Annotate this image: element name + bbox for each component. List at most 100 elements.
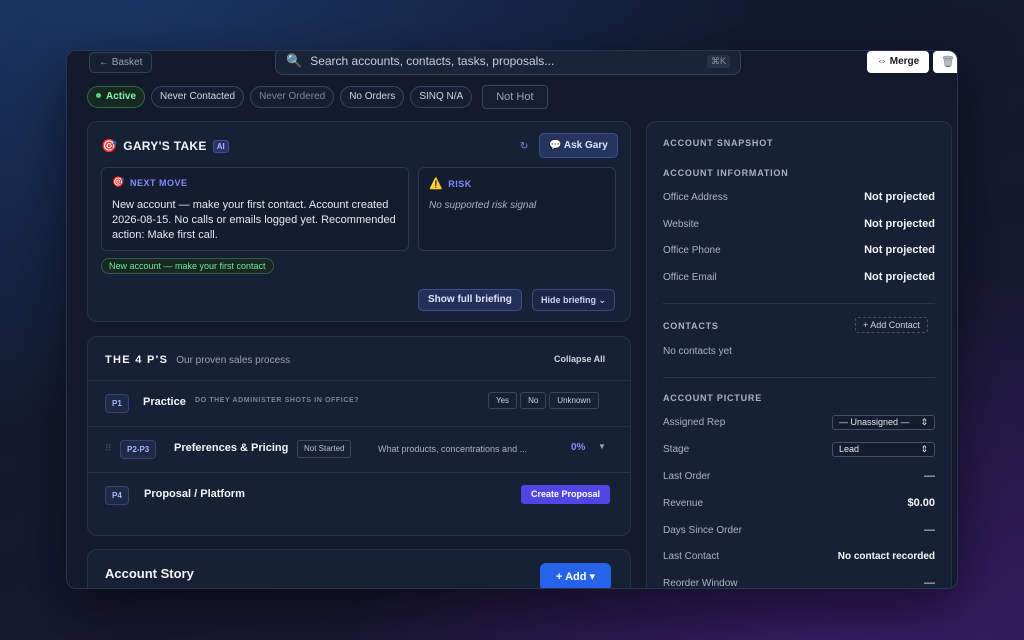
- garys-take-card: 🎯 GARY'S TAKE AI ↻ 💬 Ask Gary 🎯 NEXT MOV…: [87, 121, 631, 322]
- drag-handle-icon[interactable]: ⠿: [105, 443, 112, 454]
- status-pill-no-orders[interactable]: No Orders: [340, 86, 405, 108]
- assigned-rep-label: Assigned Rep: [663, 416, 726, 428]
- info-value: Not projected: [864, 244, 935, 256]
- info-key: Office Email: [663, 271, 717, 283]
- picture-key: Reorder Window: [663, 577, 738, 589]
- p4-badge: P4: [105, 486, 129, 505]
- picture-row-days-since-order: Days Since Order —: [663, 522, 935, 538]
- risk-box: ⚠️ RISK No supported risk signal: [418, 167, 616, 251]
- account-window: ← Basket 🔍 Search accounts, contacts, ta…: [66, 50, 958, 589]
- answer-unknown-button[interactable]: Unknown: [549, 392, 599, 409]
- trash-icon: 🗑: [941, 56, 955, 68]
- account-snapshot-panel: ACCOUNT SNAPSHOT ACCOUNT INFORMATION Off…: [646, 121, 952, 589]
- four-ps-header: THE 4 P'S Our proven sales process: [105, 354, 290, 366]
- select-arrows-icon: ⇕: [920, 443, 928, 454]
- picture-key: Revenue: [663, 497, 704, 509]
- picture-row-last-order: Last Order —: [663, 468, 935, 484]
- recommendation-tag: New account — make your first contact: [101, 258, 274, 274]
- select-arrows-icon: ⇕: [920, 416, 928, 427]
- warning-icon: ⚠️: [429, 178, 444, 190]
- p1-question: DO THEY ADMINISTER SHOTS IN OFFICE?: [195, 397, 360, 404]
- picture-key: Last Order: [663, 470, 711, 482]
- picture-key: Days Since Order: [663, 524, 742, 536]
- refresh-icon[interactable]: ↻: [520, 141, 528, 152]
- risk-label: ⚠️ RISK: [429, 177, 472, 190]
- next-move-text: New account — make your first contact. A…: [112, 199, 396, 241]
- snapshot-title: ACCOUNT SNAPSHOT: [663, 138, 774, 148]
- status-pill-never-ordered[interactable]: Never Ordered: [250, 86, 335, 108]
- answer-yes-button[interactable]: Yes: [488, 392, 518, 409]
- chevron-down-icon[interactable]: ▼: [598, 442, 606, 451]
- four-ps-card: THE 4 P'S Our proven sales process Colla…: [87, 336, 631, 536]
- p1-badge: P1: [105, 394, 129, 413]
- ask-gary-button[interactable]: 💬 Ask Gary: [539, 133, 618, 158]
- add-contact-button[interactable]: + Add Contact: [855, 317, 928, 333]
- no-contacts-text: No contacts yet: [663, 346, 732, 357]
- create-proposal-button[interactable]: Create Proposal: [521, 485, 611, 504]
- status-pill-not-hot[interactable]: Not Hot: [482, 85, 548, 109]
- info-key: Website: [663, 218, 699, 230]
- account-information-title: ACCOUNT INFORMATION: [663, 168, 789, 178]
- info-value: Not projected: [864, 191, 935, 203]
- four-ps-subtitle: Our proven sales process: [176, 355, 291, 366]
- risk-text: No supported risk signal: [429, 200, 537, 211]
- contacts-title: CONTACTS: [663, 321, 719, 331]
- p1-row[interactable]: P1 Practice DO THEY ADMINISTER SHOTS IN …: [88, 380, 630, 426]
- picture-value: —: [924, 524, 935, 536]
- show-full-briefing-button[interactable]: Show full briefing: [418, 289, 522, 311]
- info-row-office-email: Office Email Not projected: [663, 269, 935, 285]
- assigned-rep-value: — Unassigned —: [839, 416, 910, 427]
- status-pill-sinq[interactable]: SINQ N/A: [410, 86, 473, 108]
- add-story-button[interactable]: + Add ▾: [540, 563, 612, 588]
- answer-no-button[interactable]: No: [520, 392, 547, 409]
- stage-value: Lead: [839, 443, 860, 454]
- global-search[interactable]: 🔍 Search accounts, contacts, tasks, prop…: [275, 51, 741, 75]
- picture-key: Last Contact: [663, 550, 720, 562]
- next-move-box: 🎯 NEXT MOVE New account — make your firs…: [101, 167, 409, 251]
- delete-button[interactable]: 🗑: [933, 51, 957, 73]
- info-value: Not projected: [864, 271, 935, 283]
- stage-label: Stage: [663, 443, 690, 455]
- status-pill-active[interactable]: Active: [87, 86, 146, 108]
- picture-value: No contact recorded: [837, 550, 935, 562]
- stage-select[interactable]: Lead ⇕: [832, 441, 935, 457]
- p2-p3-status-badge: Not Started: [297, 440, 352, 458]
- picture-row-last-contact: Last Contact No contact recorded: [663, 548, 935, 564]
- search-icon: 🔍: [286, 53, 303, 68]
- hide-briefing-button[interactable]: Hide briefing ⌄: [532, 289, 616, 311]
- account-story-card: Account Story + Add ▾: [87, 549, 631, 588]
- ai-badge: AI: [212, 139, 229, 153]
- info-row-office-phone: Office Phone Not projected: [663, 242, 935, 258]
- status-pill-never-contacted[interactable]: Never Contacted: [151, 86, 245, 108]
- p1-answer-options: Yes No Unknown: [488, 392, 599, 409]
- picture-value: —: [924, 577, 935, 589]
- divider: [663, 303, 935, 304]
- search-shortcut-hint: ⌘K: [706, 54, 730, 68]
- picture-row-stage: Stage Lead ⇕: [663, 441, 935, 457]
- divider: [663, 377, 935, 378]
- account-story-title: Account Story: [105, 566, 194, 581]
- next-move-label: 🎯 NEXT MOVE: [112, 177, 187, 188]
- risk-heading: RISK: [448, 178, 472, 189]
- target-icon: 🎯: [101, 138, 118, 153]
- account-picture-title: ACCOUNT PICTURE: [663, 393, 762, 403]
- merge-button[interactable]: ⇔ Merge: [867, 51, 930, 73]
- picture-value: —: [924, 470, 935, 482]
- garys-take-title: GARY'S TAKE: [123, 139, 207, 153]
- p2-p3-row[interactable]: ⠿ P2-P3 Preferences & Pricing Not Starte…: [88, 426, 630, 472]
- collapse-all-button[interactable]: Collapse All: [554, 354, 605, 364]
- back-to-basket-button[interactable]: ← Basket: [89, 52, 153, 73]
- assigned-rep-select[interactable]: — Unassigned — ⇕: [832, 414, 935, 430]
- p2-p3-badge: P2-P3: [120, 440, 157, 459]
- picture-row-reorder-window: Reorder Window —: [663, 575, 935, 589]
- info-key: Office Address: [663, 191, 728, 203]
- search-input[interactable]: Search accounts, contacts, tasks, propos…: [310, 54, 699, 68]
- picture-row-revenue: Revenue $0.00: [663, 495, 935, 511]
- status-pills: Active Never Contacted Never Ordered No …: [87, 85, 548, 109]
- p4-row[interactable]: P4 Proposal / Platform Create Proposal: [88, 472, 630, 518]
- top-bar: ← Basket 🔍 Search accounts, contacts, ta…: [67, 51, 957, 77]
- p2-p3-name: Preferences & Pricing: [174, 442, 289, 454]
- p2-p3-description: What products, concentrations and ...: [378, 444, 528, 454]
- info-row-website: Website Not projected: [663, 216, 935, 232]
- target-icon: 🎯: [112, 177, 125, 188]
